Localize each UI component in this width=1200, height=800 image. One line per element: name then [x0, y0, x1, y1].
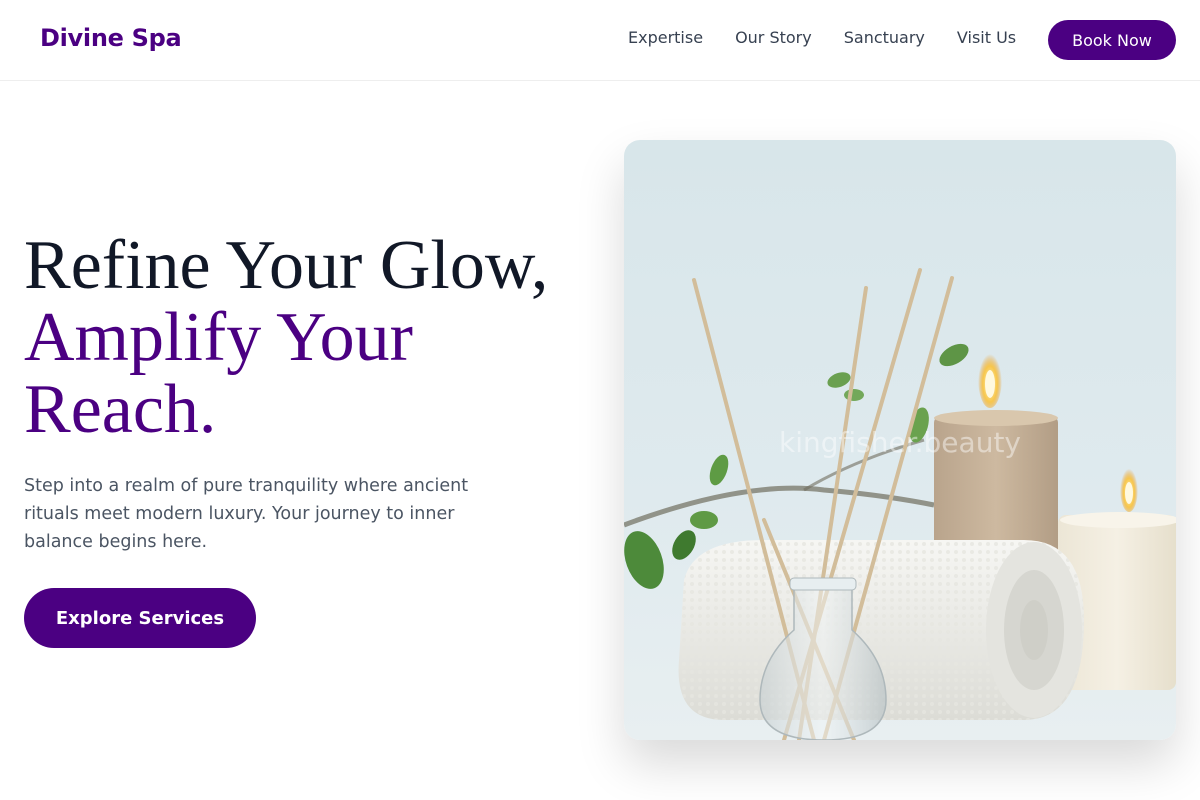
book-now-button[interactable]: Book Now: [1048, 20, 1176, 60]
brand-logo[interactable]: Divine Spa: [40, 24, 182, 52]
hero-title-line2: Amplify Your: [24, 299, 413, 376]
image-watermark: kingfisher.beauty: [778, 426, 1021, 459]
nav-link-expertise[interactable]: Expertise: [628, 28, 703, 48]
nav-links: Expertise Our Story Sanctuary Visit Us: [628, 28, 1016, 48]
top-navbar: Divine Spa Expertise Our Story Sanctuary…: [0, 0, 1200, 81]
nav-link-sanctuary[interactable]: Sanctuary: [844, 28, 925, 48]
hero-title-line3: Reach.: [24, 371, 217, 448]
nav-link-visit-us[interactable]: Visit Us: [957, 28, 1016, 48]
nav-link-our-story[interactable]: Our Story: [735, 28, 812, 48]
hero-title: Refine Your Glow, Amplify Your Reach.: [24, 230, 604, 446]
hero-spa-image: kingfisher.beauty: [624, 140, 1176, 740]
explore-services-button[interactable]: Explore Services: [24, 588, 256, 648]
hero-title-line1: Refine Your Glow,: [24, 227, 549, 304]
hero-description: Step into a realm of pure tranquility wh…: [24, 476, 469, 552]
